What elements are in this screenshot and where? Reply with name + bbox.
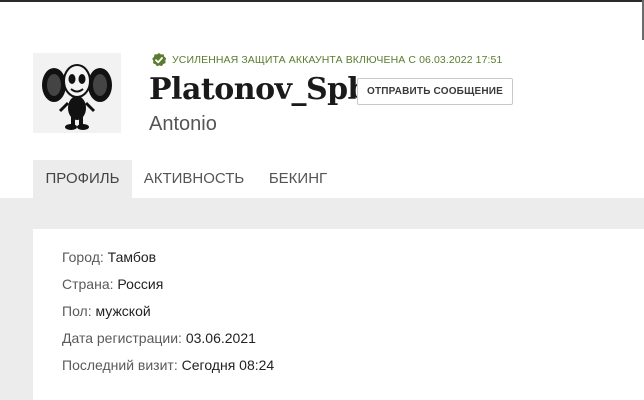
tab-activity[interactable]: АКТИВНОСТЬ: [140, 160, 248, 198]
detail-row-registration-date: Дата регистрации: 03.06.2021: [62, 329, 256, 347]
detail-row-gender: Пол: мужской: [62, 302, 151, 320]
tab-profile[interactable]: ПРОФИЛЬ: [33, 160, 132, 198]
detail-label: Страна:: [62, 276, 114, 292]
detail-value: мужской: [95, 303, 151, 319]
security-notice: УСИЛЕННАЯ ЗАЩИТА АККАУНТА ВКЛЮЧЕНА С 06.…: [151, 52, 502, 68]
real-name: Antonio: [149, 113, 217, 135]
detail-value: Сегодня 08:24: [181, 357, 275, 373]
detail-label: Дата регистрации:: [62, 330, 182, 346]
avatar[interactable]: [33, 53, 121, 133]
detail-label: Пол:: [62, 303, 92, 319]
tab-backing[interactable]: БЕКИНГ: [262, 160, 334, 198]
profile-tabs: ПРОФИЛЬ АКТИВНОСТЬ БЕКИНГ: [0, 160, 644, 198]
detail-row-country: Страна: Россия: [62, 275, 163, 293]
detail-row-last-visit: Последний визит: Сегодня 08:24: [62, 356, 274, 374]
profile-details-card: Город: Тамбов Страна: Россия Пол: мужско…: [33, 229, 644, 400]
username: Platonov_Spb: [149, 72, 369, 107]
detail-row-city: Город: Тамбов: [62, 248, 156, 266]
send-message-button[interactable]: ОТПРАВИТЬ СООБЩЕНИЕ: [357, 78, 513, 105]
top-border: [0, 0, 644, 2]
detail-value: 03.06.2021: [185, 330, 256, 346]
detail-label: Город:: [62, 249, 104, 265]
detail-label: Последний визит:: [62, 357, 178, 373]
detail-value: Россия: [117, 276, 164, 292]
security-notice-text: УСИЛЕННАЯ ЗАЩИТА АККАУНТА ВКЛЮЧЕНА С 06.…: [172, 54, 503, 66]
detail-value: Тамбов: [107, 249, 157, 265]
shield-check-icon: [151, 52, 167, 68]
